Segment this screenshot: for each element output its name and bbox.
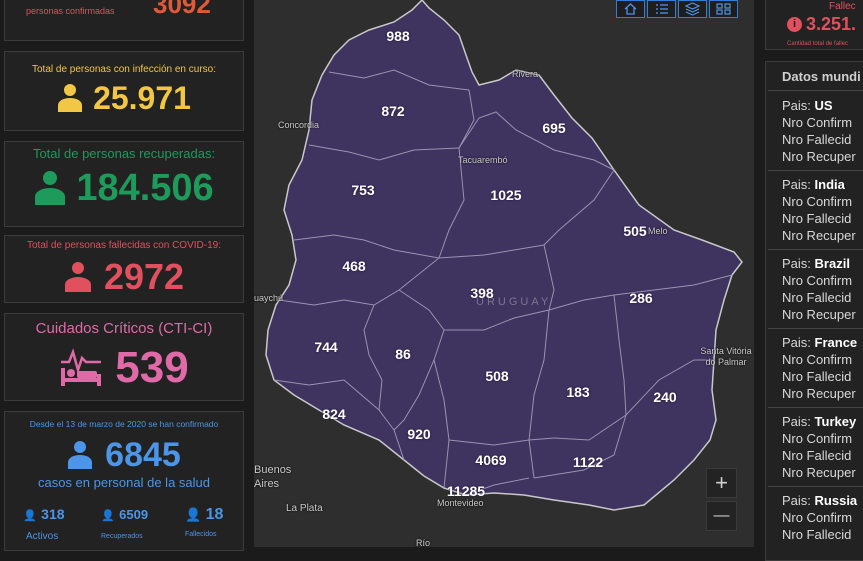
list-icon — [656, 4, 668, 14]
person-icon — [67, 441, 93, 469]
infected-value: 25.971 — [93, 79, 191, 116]
recovered-value: 184.506 — [76, 166, 214, 209]
health-staff-label: Desde el 13 de marzo de 2020 se han conf… — [29, 419, 219, 429]
infected-label: Total de personas con infección en curso… — [32, 64, 216, 75]
deceased-value: 2972 — [103, 256, 185, 297]
district-value[interactable]: 920 — [407, 426, 430, 442]
person-icon — [64, 262, 92, 292]
district-value[interactable]: 11285 — [447, 483, 485, 499]
health-staff-value: 6845 — [105, 435, 181, 474]
recovered-card: Total de personas recuperadas: 184.506 — [4, 141, 244, 227]
place-buenos-aires: Buenos Aires — [254, 464, 292, 490]
cti-card: Cuidados Críticos (CTI-CI) 539 — [4, 313, 244, 401]
divider — [768, 407, 863, 408]
district-value[interactable]: 695 — [542, 120, 565, 136]
place-concordia: Concordia — [278, 120, 320, 130]
cti-value: 539 — [115, 343, 189, 392]
confirmed-card: 3092 personas confirmadas — [4, 0, 244, 41]
place-la-plata: La Plata — [286, 503, 323, 514]
country-row-turkey: Pais: Turkey Nro Confirm Nro Fallecid Nr… — [782, 414, 857, 480]
place-gualeguaychu: uaychú — [254, 293, 284, 303]
divider — [768, 328, 863, 329]
divider — [768, 486, 863, 487]
place-melo: Melo — [648, 226, 668, 236]
zoom-in-button[interactable]: + — [706, 468, 737, 498]
grid-icon — [716, 3, 731, 15]
health-stat-deceased: 👤 18 Fallecidos — [185, 506, 224, 538]
district-value[interactable]: 398 — [470, 285, 493, 301]
layers-button[interactable] — [678, 0, 707, 18]
district-value[interactable]: 824 — [322, 406, 345, 422]
district-value[interactable]: 988 — [386, 28, 409, 44]
infected-card: Total de personas con infección en curso… — [4, 51, 244, 131]
global-deaths-card: Fallec i 3.251. Cantidad total de fallec — [765, 0, 863, 50]
place-rivera: Rivera — [512, 69, 539, 79]
cti-label: Cuidados Críticos (CTI-CI) — [35, 320, 213, 337]
country-row-india: Pais: India Nro Confirm Nro Fallecid Nro… — [782, 177, 856, 243]
country-row-brazil: Pais: Brazil Nro Confirm Nro Fallecid Nr… — [782, 256, 856, 322]
divider — [768, 90, 863, 91]
place-santa-vitoria: Santa Vitória do Palmar — [700, 346, 752, 367]
health-staff-sublabel: casos en personal de la salud — [37, 475, 210, 490]
district-value[interactable]: 744 — [314, 339, 337, 355]
place-tacuarembo: Tacuarembó — [458, 155, 508, 165]
district-value[interactable]: 4069 — [475, 452, 506, 468]
country-row-us: Pais: US Nro Confirm Nro Fallecid Nro Re… — [782, 98, 856, 164]
district-value[interactable]: 86 — [395, 346, 411, 362]
recovered-label: Total de personas recuperadas: — [32, 146, 216, 161]
district-value[interactable]: 240 — [653, 389, 676, 405]
district-value[interactable]: 183 — [566, 384, 589, 400]
place-rio: Río — [416, 538, 431, 547]
district-value[interactable]: 286 — [629, 290, 652, 306]
district-value[interactable]: 505 — [623, 223, 646, 239]
district-value[interactable]: 872 — [381, 103, 404, 119]
place-montevideo: Montevideo — [437, 498, 484, 508]
info-icon: i — [787, 17, 802, 32]
health-staff-card: Desde el 13 de marzo de 2020 se han conf… — [4, 411, 244, 551]
divider — [768, 249, 863, 250]
list-button[interactable] — [647, 0, 676, 18]
country-row-france: Pais: France Nro Confirm Nro Fallecid Nr… — [782, 335, 858, 401]
district-value[interactable]: 508 — [485, 368, 508, 384]
layers-icon — [684, 2, 701, 16]
deceased-label: Total de personas fallecidas con COVID-1… — [27, 240, 221, 251]
confirmed-label: personas confirmadas — [26, 6, 115, 16]
confirmed-partial-value: 3092 — [153, 0, 211, 19]
world-data-title: Datos mundi — [782, 69, 861, 84]
health-stat-recovered: 👤 6509 Recuperados — [101, 507, 149, 540]
deceased-card: Total de personas fallecidas con COVID-1… — [4, 235, 244, 303]
map-view[interactable]: Rivera Concordia Tacuarembó Melo uaychú … — [254, 0, 754, 547]
country-row-russia: Pais: Russia Nro Confirm Nro Fallecid — [782, 493, 858, 542]
person-icon — [57, 84, 83, 112]
divider — [768, 170, 863, 171]
home-icon — [624, 3, 637, 15]
zoom-out-button[interactable]: — — [706, 501, 737, 531]
district-value[interactable]: 1025 — [490, 187, 521, 203]
district-value[interactable]: 753 — [351, 182, 374, 198]
health-stat-active: 👤 318 Activos — [23, 506, 65, 542]
global-deaths-sublabel: Cantidad total de fallec — [787, 41, 849, 47]
global-deaths-label: Fallec — [829, 1, 856, 12]
person-icon — [34, 171, 66, 205]
global-deaths-value: 3.251. — [806, 14, 857, 34]
home-button[interactable] — [616, 0, 645, 18]
district-value[interactable]: 1122 — [573, 454, 603, 470]
grid-button[interactable] — [709, 0, 738, 18]
district-value[interactable]: 468 — [342, 258, 365, 274]
hospital-bed-icon — [61, 348, 102, 386]
